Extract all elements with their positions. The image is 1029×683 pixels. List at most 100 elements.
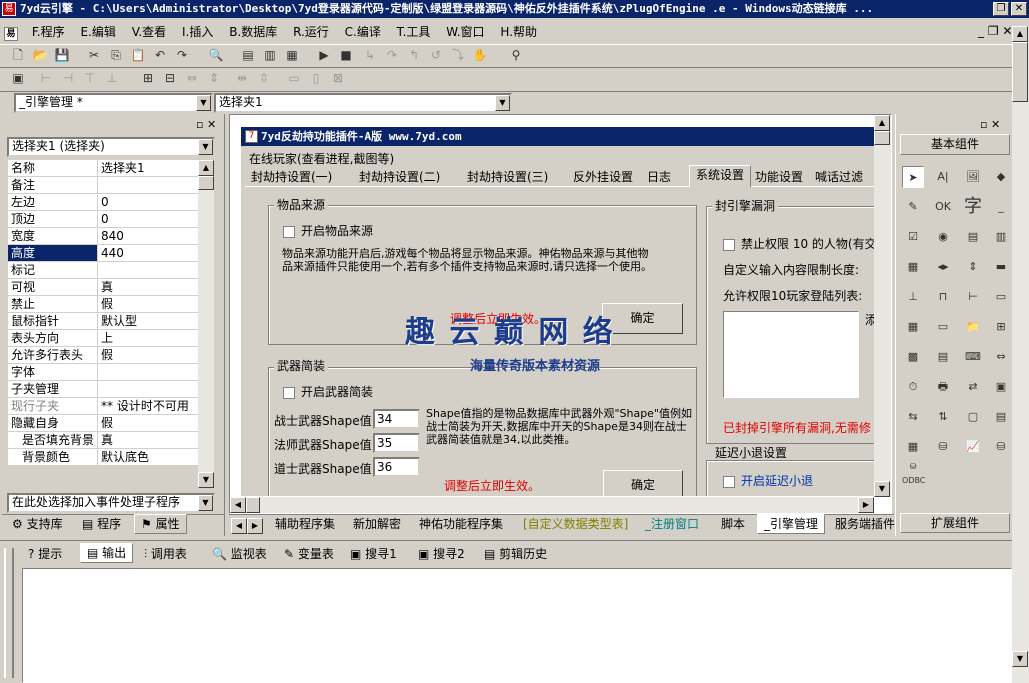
property-scrollbar[interactable]: ▲ ▼: [198, 160, 214, 488]
editor-tab-register[interactable]: _注册窗口: [639, 515, 705, 535]
grid-icon[interactable]: ⊠: [328, 68, 348, 88]
radio-icon[interactable]: ◉: [932, 226, 954, 248]
property-value[interactable]: 0: [98, 211, 214, 227]
center-h-icon[interactable]: ⊞: [138, 68, 158, 88]
menu-program[interactable]: F.程序: [26, 20, 71, 40]
tab-left-icon[interactable]: ◀: [231, 518, 247, 534]
tab-function-settings[interactable]: 功能设置: [749, 168, 809, 188]
binoculars-icon[interactable]: ⚲: [506, 45, 526, 65]
size-h-icon[interactable]: ▭: [284, 68, 304, 88]
property-row[interactable]: 隐藏自身假: [8, 415, 214, 432]
tab-chat-filter[interactable]: 喊话过滤: [809, 168, 869, 188]
property-value[interactable]: 选择夹1: [98, 160, 214, 176]
combo-icon[interactable]: ▥: [990, 226, 1012, 248]
property-value[interactable]: 假: [98, 347, 214, 363]
date-icon[interactable]: ▤: [932, 346, 954, 368]
property-row[interactable]: 鼠标指针 默认型: [8, 313, 214, 330]
undo-icon[interactable]: ↶: [150, 45, 170, 65]
scroll-thumb[interactable]: [246, 497, 260, 513]
out-tab-vars[interactable]: ✎ 变量表: [278, 545, 340, 565]
tab-hijack-1[interactable]: 封劫持设置(一): [245, 168, 338, 188]
align-bottom-icon[interactable]: ⊥: [102, 68, 122, 88]
tab-hijack-3[interactable]: 封劫持设置(三): [461, 168, 554, 188]
out-tab-output[interactable]: ▤ 输出: [80, 543, 134, 563]
checkbox-box[interactable]: [283, 386, 295, 399]
property-row[interactable]: 现行子夹 ** 设计时不可用: [8, 398, 214, 415]
menu-view[interactable]: V.查看: [126, 20, 172, 40]
property-value[interactable]: [98, 364, 214, 380]
subroutine-combo[interactable]: 选择夹1 ▼: [214, 93, 512, 113]
slider-icon[interactable]: ⊥: [902, 286, 924, 308]
property-row[interactable]: 子夹管理: [8, 381, 214, 398]
tab-right-icon[interactable]: ▶: [247, 518, 263, 534]
property-row[interactable]: 名称 选择夹1: [8, 160, 214, 177]
basic-components-header[interactable]: 基本组件: [900, 134, 1010, 155]
menu-tools[interactable]: T.工具: [391, 20, 437, 40]
copy-icon[interactable]: ⎘: [106, 45, 126, 65]
layout2-icon[interactable]: ▥: [260, 45, 280, 65]
chevron-down-icon[interactable]: ▼: [198, 495, 213, 511]
step-out-icon[interactable]: ↰: [404, 45, 424, 65]
grid-list-icon[interactable]: ▦: [902, 256, 924, 278]
transfer-icon[interactable]: ⇄: [962, 376, 984, 398]
property-value[interactable]: 840: [98, 228, 214, 244]
tab-program[interactable]: ▤ 程序: [76, 515, 127, 535]
calendar-icon[interactable]: ▦: [902, 316, 924, 338]
editor-tab-engine[interactable]: _引擎管理: [757, 514, 826, 534]
step-back-icon[interactable]: ↺: [426, 45, 446, 65]
property-row[interactable]: 高度 440: [8, 245, 214, 262]
mdi-controls[interactable]: _ ❐ ✕: [978, 24, 1012, 38]
align-right-icon[interactable]: ⊣: [58, 68, 78, 88]
frame-icon[interactable]: ▭: [990, 286, 1012, 308]
close-button[interactable]: ✕: [1011, 2, 1027, 16]
property-row[interactable]: 允许多行表头假: [8, 347, 214, 364]
property-row[interactable]: 背景颜色 默认底色: [8, 449, 214, 466]
text-icon[interactable]: 字: [962, 196, 984, 218]
run-icon[interactable]: ▶: [314, 45, 334, 65]
property-value[interactable]: 默认型: [98, 313, 214, 329]
extended-components-header[interactable]: 扩展组件: [900, 513, 1010, 533]
tab-control-icon[interactable]: ⊓: [932, 286, 954, 308]
ruler-icon[interactable]: ⊢: [962, 286, 984, 308]
editor-tab-datatypes[interactable]: [自定义数据类型表]: [517, 515, 634, 535]
hotkey-icon[interactable]: ⌨: [962, 346, 984, 368]
warrior-input[interactable]: 34: [373, 409, 420, 429]
listbox-icon[interactable]: ▤: [962, 226, 984, 248]
panel-controls[interactable]: ▫ ✕: [196, 118, 216, 131]
out-tab-calls[interactable]: ⫶ 调用表: [138, 545, 193, 565]
property-row[interactable]: 标记: [8, 262, 214, 279]
property-value[interactable]: 假: [98, 296, 214, 312]
run-to-icon[interactable]: ⤵: [448, 45, 468, 65]
center-v-icon[interactable]: ⊟: [160, 68, 180, 88]
delay-checkbox[interactable]: 开启延迟小退: [723, 472, 813, 489]
odbc-link-icon[interactable]: ⛁: [990, 436, 1012, 458]
property-value[interactable]: 440: [98, 245, 214, 261]
align-left-icon[interactable]: ⊢: [36, 68, 56, 88]
ok-button-icon[interactable]: OK: [932, 196, 954, 218]
vscroll-icon[interactable]: ⇕: [962, 256, 984, 278]
weapon-checkbox[interactable]: 开启武器简装: [283, 383, 373, 400]
picture-icon[interactable]: 🖼: [962, 166, 984, 188]
line-icon[interactable]: _: [990, 196, 1012, 218]
property-value[interactable]: ** 设计时不可用: [98, 398, 214, 414]
property-value[interactable]: [98, 381, 214, 397]
scroll-down-icon[interactable]: ▼: [198, 472, 214, 488]
size-v-icon[interactable]: ▯: [306, 68, 326, 88]
same-width-icon[interactable]: ⇔: [182, 68, 202, 88]
scroll-thumb[interactable]: [198, 176, 214, 190]
table-icon[interactable]: ▦: [902, 436, 924, 458]
pointer-icon[interactable]: ➤: [902, 166, 924, 188]
program-combo[interactable]: _引擎管理 * ▼: [14, 93, 213, 113]
event-combo[interactable]: 在此处选择加入事件处理子程序 ▼: [7, 493, 215, 513]
scroll-left-icon[interactable]: ◀: [230, 497, 246, 513]
server-icon[interactable]: ⇅: [932, 406, 954, 428]
add-label[interactable]: 添: [865, 311, 874, 328]
designer-hscroll[interactable]: ◀ ▶: [230, 497, 874, 513]
tab-anti-cheat[interactable]: 反外挂设置: [567, 168, 639, 188]
editor-tab-crypto[interactable]: 新加解密: [347, 515, 407, 535]
same-height-icon[interactable]: ⇕: [204, 68, 224, 88]
menu-help[interactable]: H.帮助: [494, 20, 543, 40]
property-row[interactable]: 可视真: [8, 279, 214, 296]
item-source-checkbox[interactable]: 开启物品来源: [283, 222, 373, 239]
out-tab-search2[interactable]: ▣ 搜寻2: [412, 545, 471, 565]
